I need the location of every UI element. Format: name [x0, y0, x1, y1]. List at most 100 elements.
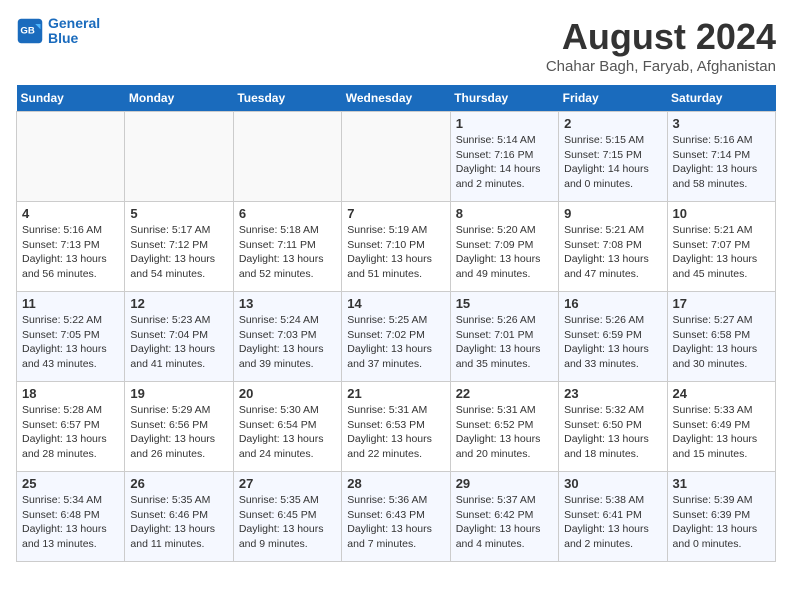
cell-info: Sunrise: 5:28 AM Sunset: 6:57 PM Dayligh…	[22, 403, 119, 462]
cell-info: Sunrise: 5:16 AM Sunset: 7:13 PM Dayligh…	[22, 223, 119, 282]
calendar-cell	[233, 112, 341, 202]
svg-text:GB: GB	[20, 26, 34, 37]
calendar-cell: 30 Sunrise: 5:38 AM Sunset: 6:41 PM Dayli…	[559, 472, 667, 562]
calendar-cell: 17 Sunrise: 5:27 AM Sunset: 6:58 PM Dayli…	[667, 292, 775, 382]
cell-info: Sunrise: 5:18 AM Sunset: 7:11 PM Dayligh…	[239, 223, 336, 282]
calendar-cell: 24 Sunrise: 5:33 AM Sunset: 6:49 PM Dayli…	[667, 382, 775, 472]
day-number: 4	[22, 206, 119, 221]
calendar-cell: 25 Sunrise: 5:34 AM Sunset: 6:48 PM Dayli…	[17, 472, 125, 562]
day-number: 13	[239, 296, 336, 311]
calendar-cell: 13Sunrise: 5:24 AM Sunset: 7:03 PM Dayli…	[233, 292, 341, 382]
day-number: 31	[673, 476, 770, 491]
calendar-cell: 7Sunrise: 5:19 AM Sunset: 7:10 PM Daylig…	[342, 202, 450, 292]
day-number: 24	[673, 386, 770, 401]
day-number: 5	[130, 206, 227, 221]
calendar-cell: 16 Sunrise: 5:26 AM Sunset: 6:59 PM Dayli…	[559, 292, 667, 382]
week-row-3: 11 Sunrise: 5:22 AM Sunset: 7:05 PM Dayli…	[17, 292, 776, 382]
cell-info: Sunrise: 5:17 AM Sunset: 7:12 PM Dayligh…	[130, 223, 227, 282]
cell-info: Sunrise: 5:34 AM Sunset: 6:48 PM Dayligh…	[22, 493, 119, 552]
day-number: 10	[673, 206, 770, 221]
day-number: 6	[239, 206, 336, 221]
cell-info: Sunrise: 5:31 AM Sunset: 6:52 PM Dayligh…	[456, 403, 553, 462]
logo: GB General Blue	[16, 16, 100, 47]
cell-info: Sunrise: 5:15 AM Sunset: 7:15 PM Dayligh…	[564, 133, 661, 192]
logo-line1: General	[48, 16, 100, 31]
calendar-cell: 11 Sunrise: 5:22 AM Sunset: 7:05 PM Dayli…	[17, 292, 125, 382]
cell-info: Sunrise: 5:16 AM Sunset: 7:14 PM Dayligh…	[673, 133, 770, 192]
calendar-cell: 12Sunrise: 5:23 AM Sunset: 7:04 PM Dayli…	[125, 292, 233, 382]
week-row-5: 25 Sunrise: 5:34 AM Sunset: 6:48 PM Dayli…	[17, 472, 776, 562]
day-number: 21	[347, 386, 444, 401]
day-number: 16	[564, 296, 661, 311]
day-number: 3	[673, 116, 770, 131]
cell-info: Sunrise: 5:38 AM Sunset: 6:41 PM Dayligh…	[564, 493, 661, 552]
calendar-cell	[17, 112, 125, 202]
cell-info: Sunrise: 5:14 AM Sunset: 7:16 PM Dayligh…	[456, 133, 553, 192]
cell-info: Sunrise: 5:30 AM Sunset: 6:54 PM Dayligh…	[239, 403, 336, 462]
day-number: 19	[130, 386, 227, 401]
day-number: 28	[347, 476, 444, 491]
cell-info: Sunrise: 5:39 AM Sunset: 6:39 PM Dayligh…	[673, 493, 770, 552]
logo-icon: GB	[16, 17, 44, 45]
day-number: 8	[456, 206, 553, 221]
header-friday: Friday	[559, 85, 667, 112]
calendar-cell: 22 Sunrise: 5:31 AM Sunset: 6:52 PM Dayli…	[450, 382, 558, 472]
day-number: 18	[22, 386, 119, 401]
calendar-cell: 5 Sunrise: 5:17 AM Sunset: 7:12 PM Daylig…	[125, 202, 233, 292]
day-number: 1	[456, 116, 553, 131]
calendar-cell: 10 Sunrise: 5:21 AM Sunset: 7:07 PM Dayli…	[667, 202, 775, 292]
subtitle: Chahar Bagh, Faryab, Afghanistan	[546, 58, 776, 75]
calendar-cell	[125, 112, 233, 202]
calendar-cell: 2 Sunrise: 5:15 AM Sunset: 7:15 PM Daylig…	[559, 112, 667, 202]
week-row-1: 1 Sunrise: 5:14 AM Sunset: 7:16 PM Daylig…	[17, 112, 776, 202]
calendar-cell: 26Sunrise: 5:35 AM Sunset: 6:46 PM Dayli…	[125, 472, 233, 562]
calendar-cell: 1 Sunrise: 5:14 AM Sunset: 7:16 PM Daylig…	[450, 112, 558, 202]
cell-info: Sunrise: 5:22 AM Sunset: 7:05 PM Dayligh…	[22, 313, 119, 372]
week-row-4: 18 Sunrise: 5:28 AM Sunset: 6:57 PM Dayli…	[17, 382, 776, 472]
calendar-cell: 8 Sunrise: 5:20 AM Sunset: 7:09 PM Daylig…	[450, 202, 558, 292]
calendar-cell: 23 Sunrise: 5:32 AM Sunset: 6:50 PM Dayli…	[559, 382, 667, 472]
header-sunday: Sunday	[17, 85, 125, 112]
header-monday: Monday	[125, 85, 233, 112]
day-number: 2	[564, 116, 661, 131]
cell-info: Sunrise: 5:33 AM Sunset: 6:49 PM Dayligh…	[673, 403, 770, 462]
cell-info: Sunrise: 5:27 AM Sunset: 6:58 PM Dayligh…	[673, 313, 770, 372]
calendar-body: 1 Sunrise: 5:14 AM Sunset: 7:16 PM Daylig…	[17, 112, 776, 562]
calendar-cell: 27Sunrise: 5:35 AM Sunset: 6:45 PM Dayli…	[233, 472, 341, 562]
cell-info: Sunrise: 5:37 AM Sunset: 6:42 PM Dayligh…	[456, 493, 553, 552]
day-number: 11	[22, 296, 119, 311]
day-number: 25	[22, 476, 119, 491]
cell-info: Sunrise: 5:20 AM Sunset: 7:09 PM Dayligh…	[456, 223, 553, 282]
cell-info: Sunrise: 5:29 AM Sunset: 6:56 PM Dayligh…	[130, 403, 227, 462]
calendar-cell: 4 Sunrise: 5:16 AM Sunset: 7:13 PM Daylig…	[17, 202, 125, 292]
header-saturday: Saturday	[667, 85, 775, 112]
day-number: 9	[564, 206, 661, 221]
cell-info: Sunrise: 5:26 AM Sunset: 6:59 PM Dayligh…	[564, 313, 661, 372]
calendar-cell: 31 Sunrise: 5:39 AM Sunset: 6:39 PM Dayli…	[667, 472, 775, 562]
title-section: August 2024 Chahar Bagh, Faryab, Afghani…	[546, 16, 776, 75]
day-number: 20	[239, 386, 336, 401]
cell-info: Sunrise: 5:26 AM Sunset: 7:01 PM Dayligh…	[456, 313, 553, 372]
cell-info: Sunrise: 5:35 AM Sunset: 6:45 PM Dayligh…	[239, 493, 336, 552]
week-row-2: 4 Sunrise: 5:16 AM Sunset: 7:13 PM Daylig…	[17, 202, 776, 292]
calendar-cell: 3 Sunrise: 5:16 AM Sunset: 7:14 PM Daylig…	[667, 112, 775, 202]
day-number: 17	[673, 296, 770, 311]
calendar-table: SundayMondayTuesdayWednesdayThursdayFrid…	[16, 85, 776, 562]
calendar-cell: 18 Sunrise: 5:28 AM Sunset: 6:57 PM Dayli…	[17, 382, 125, 472]
calendar-cell: 15Sunrise: 5:26 AM Sunset: 7:01 PM Dayli…	[450, 292, 558, 382]
cell-info: Sunrise: 5:19 AM Sunset: 7:10 PM Dayligh…	[347, 223, 444, 282]
calendar-cell: 19 Sunrise: 5:29 AM Sunset: 6:56 PM Dayli…	[125, 382, 233, 472]
calendar-cell: 6 Sunrise: 5:18 AM Sunset: 7:11 PM Daylig…	[233, 202, 341, 292]
page-header: GB General Blue August 2024 Chahar Bagh,…	[16, 16, 776, 75]
cell-info: Sunrise: 5:21 AM Sunset: 7:07 PM Dayligh…	[673, 223, 770, 282]
cell-info: Sunrise: 5:32 AM Sunset: 6:50 PM Dayligh…	[564, 403, 661, 462]
day-number: 23	[564, 386, 661, 401]
calendar-cell: 28Sunrise: 5:36 AM Sunset: 6:43 PM Dayli…	[342, 472, 450, 562]
day-number: 26	[130, 476, 227, 491]
day-number: 30	[564, 476, 661, 491]
header-wednesday: Wednesday	[342, 85, 450, 112]
cell-info: Sunrise: 5:23 AM Sunset: 7:04 PM Dayligh…	[130, 313, 227, 372]
day-number: 22	[456, 386, 553, 401]
calendar-cell: 21Sunrise: 5:31 AM Sunset: 6:53 PM Dayli…	[342, 382, 450, 472]
header-tuesday: Tuesday	[233, 85, 341, 112]
